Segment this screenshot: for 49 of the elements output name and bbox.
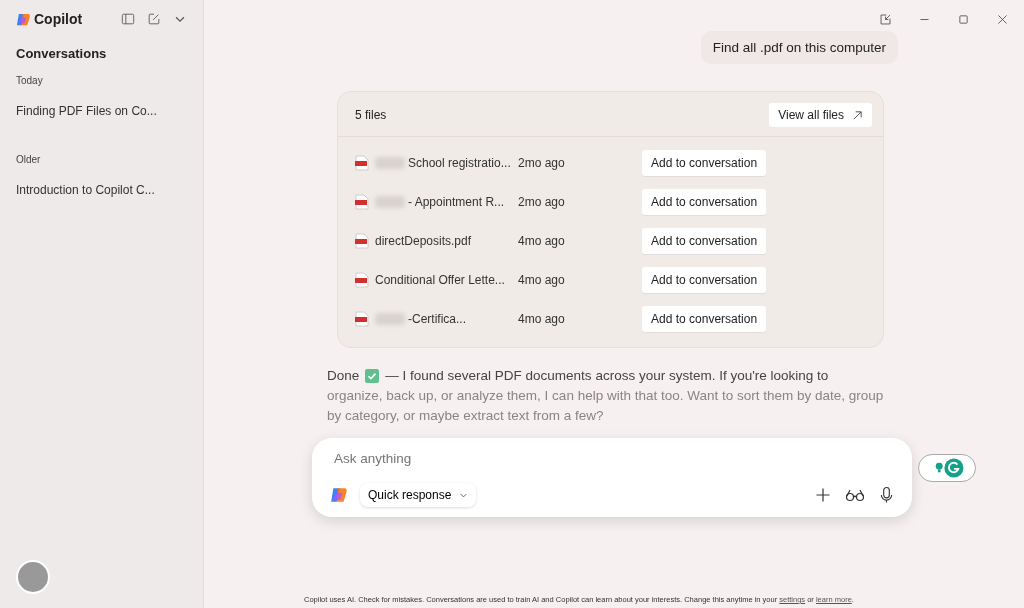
reply-text: — I found several PDF documents across your system. If you're looking to — [385, 367, 829, 385]
file-age: 4mo ago — [518, 273, 566, 287]
copilot-logo-icon — [16, 11, 31, 27]
group-label: Older — [16, 154, 42, 165]
add-to-conversation-button[interactable]: Add to conversation — [642, 306, 767, 332]
check-mark-icon — [365, 369, 380, 383]
app-name: Copilot — [34, 11, 83, 27]
pop-in-icon[interactable] — [879, 13, 892, 26]
file-name: directDeposits.pdf — [375, 234, 472, 248]
sidebar-toggle-icon[interactable] — [121, 12, 135, 26]
avatar[interactable] — [16, 560, 50, 594]
file-age: 2mo ago — [518, 195, 566, 209]
sidebar-heading: Conversations — [16, 46, 108, 61]
conversation-item[interactable]: Finding PDF Files on Co... — [16, 102, 203, 120]
group-label: Today — [16, 75, 44, 86]
file-name: - Appointment R... — [408, 195, 505, 209]
glasses-icon[interactable] — [845, 488, 865, 502]
file-count: 5 files — [355, 108, 387, 122]
pdf-file-icon — [355, 194, 369, 210]
grammarly-widget[interactable] — [918, 454, 976, 482]
arrow-up-right-icon — [852, 109, 863, 121]
file-age: 2mo ago — [518, 156, 566, 170]
pdf-file-icon — [355, 155, 369, 171]
ask-input-field[interactable]: Ask anything — [330, 448, 902, 469]
maximize-icon[interactable] — [957, 13, 970, 26]
file-name: Conditional Offer Lette... — [375, 273, 505, 287]
chat-input-box[interactable]: Ask anything Quick response — [312, 438, 912, 517]
pdf-file-icon — [355, 233, 369, 249]
close-icon[interactable] — [996, 13, 1009, 26]
reply-text: organize, back up, or analyze them, I can help with that too. Want to sort them by date, group by category, or maybe extract text from a few? — [327, 387, 885, 425]
add-to-conversation-button[interactable]: Add to conversation — [642, 189, 767, 215]
conversation-item[interactable]: Introduction to Copilot C... — [16, 181, 203, 199]
user-message: Find all .pdf on this computer — [700, 31, 898, 64]
file-name: School registratio... — [408, 156, 511, 170]
response-mode-dropdown[interactable]: Quick response — [360, 483, 477, 507]
pdf-file-icon — [355, 272, 369, 288]
pdf-file-icon — [355, 311, 369, 327]
copilot-logo-icon — [330, 486, 348, 504]
file-name: -Certifica... — [408, 312, 466, 326]
plus-icon[interactable] — [815, 487, 831, 503]
add-to-conversation-button[interactable]: Add to conversation — [642, 228, 767, 254]
reply-lead: Done — [327, 367, 360, 385]
view-all-files-button[interactable]: View all files — [769, 103, 872, 127]
microphone-icon[interactable] — [879, 486, 894, 504]
new-chat-icon[interactable] — [147, 12, 161, 26]
add-to-conversation-button[interactable]: Add to conversation — [642, 150, 767, 176]
file-age: 4mo ago — [518, 312, 566, 326]
add-to-conversation-button[interactable]: Add to conversation — [642, 267, 767, 293]
file-age: 4mo ago — [518, 234, 566, 248]
